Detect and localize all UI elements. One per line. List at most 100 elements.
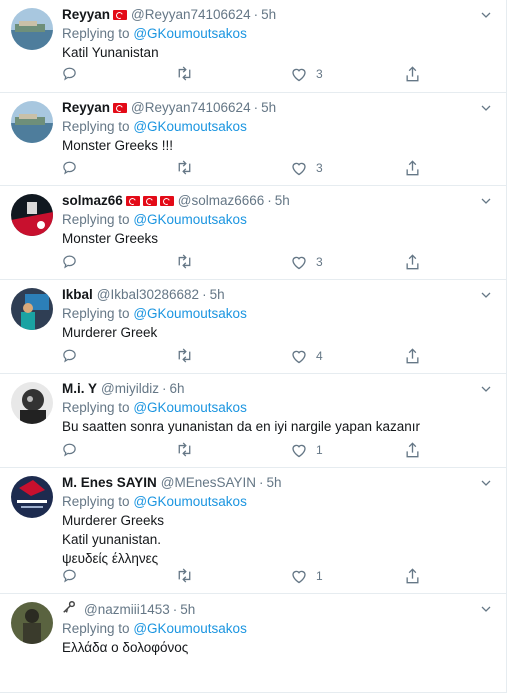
tweet-content: Ikbal @Ikbal30286682 · 5h Replying to @G… xyxy=(62,286,476,342)
replying-to-link[interactable]: @GKoumoutsakos xyxy=(133,26,247,41)
user-handle[interactable]: @Reyyan74106624 xyxy=(131,99,251,117)
reply-icon[interactable] xyxy=(62,160,77,175)
retweet-icon[interactable] xyxy=(176,568,193,583)
timestamp[interactable]: 6h xyxy=(169,380,184,398)
replying-to-link[interactable]: @GKoumoutsakos xyxy=(133,621,247,636)
tweet-reply[interactable]: @nazmiii1453 · 5h Replying to @GKoumouts… xyxy=(0,594,506,693)
user-handle[interactable]: @MEnesSAYIN xyxy=(161,474,256,492)
avatar[interactable] xyxy=(11,476,53,518)
user-handle[interactable]: @miyildiz xyxy=(101,380,159,398)
avatar[interactable] xyxy=(11,8,53,50)
avatar[interactable] xyxy=(11,194,53,236)
display-name[interactable]: Reyyan xyxy=(62,99,110,117)
replying-to: Replying to @GKoumoutsakos xyxy=(62,25,476,43)
tweet-text: Monster Greeks xyxy=(62,231,159,246)
chevron-down-icon[interactable] xyxy=(480,476,492,488)
user-handle[interactable]: @Ikbal30286682 xyxy=(97,286,199,304)
share-icon[interactable] xyxy=(405,160,420,176)
avatar[interactable] xyxy=(11,382,53,424)
timestamp[interactable]: 5h xyxy=(261,99,276,117)
chevron-down-icon[interactable] xyxy=(480,288,492,300)
retweet-icon[interactable] xyxy=(176,160,193,175)
tweet-content: M. Enes SAYIN @MEnesSAYIN · 5h Replying … xyxy=(62,474,476,568)
display-name[interactable]: Ikbal xyxy=(62,286,93,304)
tweet-text: Murderer Greeks xyxy=(62,513,165,528)
share-icon[interactable] xyxy=(405,568,420,584)
tweet-content: M.i. Y @miyildiz · 6h Replying to @GKoum… xyxy=(62,380,476,436)
avatar[interactable] xyxy=(11,602,53,644)
tweet-reply[interactable]: Reyyan @Reyyan74106624 · 5h Replying to … xyxy=(0,93,506,186)
like-button[interactable]: 3 xyxy=(291,160,323,176)
replying-to-link[interactable]: @GKoumoutsakos xyxy=(133,212,247,227)
tweet-reply[interactable]: M.i. Y @miyildiz · 6h Replying to @GKoum… xyxy=(0,374,506,468)
like-count: 1 xyxy=(316,443,323,457)
tweet-reply[interactable]: M. Enes SAYIN @MEnesSAYIN · 5h Replying … xyxy=(0,468,506,594)
retweet-icon[interactable] xyxy=(176,348,193,363)
reply-icon[interactable] xyxy=(62,348,77,363)
reply-icon[interactable] xyxy=(62,442,77,457)
separator-dot: · xyxy=(172,601,178,617)
replying-to-link[interactable]: @GKoumoutsakos xyxy=(133,306,247,321)
tweet-actions: 3 xyxy=(62,66,422,82)
display-name[interactable]: M.i. Y xyxy=(62,380,97,398)
reply-icon[interactable] xyxy=(62,66,77,81)
replying-to-link[interactable]: @GKoumoutsakos xyxy=(133,119,247,134)
separator-dot: · xyxy=(202,287,207,302)
tweet-reply[interactable]: Reyyan @Reyyan74106624 · 5h Replying to … xyxy=(0,0,506,93)
display-name[interactable]: solmaz66 xyxy=(62,192,123,210)
replying-to-link[interactable]: @GKoumoutsakos xyxy=(133,494,247,509)
share-icon[interactable] xyxy=(405,254,420,270)
separator-dot: · xyxy=(253,7,259,22)
chevron-down-icon[interactable] xyxy=(480,8,492,20)
tweet-text: Murderer Greek xyxy=(62,325,158,340)
user-handle[interactable]: @nazmiii1453 xyxy=(84,601,170,619)
chevron-down-icon[interactable] xyxy=(480,382,492,394)
timestamp[interactable]: 5h xyxy=(261,6,276,24)
replying-to-link[interactable]: @GKoumoutsakos xyxy=(133,400,247,415)
tweet-header: Ikbal @Ikbal30286682 · 5h xyxy=(62,286,476,304)
user-handle[interactable]: @Reyyan74106624 xyxy=(131,6,251,24)
like-count: 3 xyxy=(316,67,323,81)
replying-to-prefix: Replying to xyxy=(62,119,130,134)
timestamp[interactable]: 5h xyxy=(180,601,195,619)
replying-to-prefix: Replying to xyxy=(62,621,130,636)
chevron-down-icon[interactable] xyxy=(480,101,492,113)
retweet-icon[interactable] xyxy=(176,66,193,81)
tweet-text: ψευδείς έλληνες xyxy=(62,551,159,566)
reply-feed: Reyyan @Reyyan74106624 · 5h Replying to … xyxy=(0,0,507,693)
retweet-icon[interactable] xyxy=(176,254,193,269)
tweet-reply[interactable]: Ikbal @Ikbal30286682 · 5h Replying to @G… xyxy=(0,280,506,374)
replying-to: Replying to @GKoumoutsakos xyxy=(62,493,476,511)
tweet-header: Reyyan @Reyyan74106624 · 5h xyxy=(62,99,476,117)
tweet-reply[interactable]: solmaz66 @solmaz6666 · 5h Replying to @G… xyxy=(0,186,506,280)
reply-icon[interactable] xyxy=(62,568,77,583)
chevron-down-icon[interactable] xyxy=(480,194,492,206)
like-button[interactable]: 1 xyxy=(291,568,323,584)
tweet-content: Reyyan @Reyyan74106624 · 5h Replying to … xyxy=(62,6,476,62)
share-icon[interactable] xyxy=(405,442,420,458)
timestamp[interactable]: 5h xyxy=(210,286,225,304)
like-button[interactable]: 3 xyxy=(291,254,323,270)
reply-icon[interactable] xyxy=(62,254,77,269)
tweet-text: Bu saatten sonra yunanistan da en iyi na… xyxy=(62,419,420,434)
display-name[interactable]: Reyyan xyxy=(62,6,110,24)
like-count: 4 xyxy=(316,349,323,363)
turkey-flag-icon xyxy=(125,196,140,206)
timestamp[interactable]: 5h xyxy=(267,474,282,492)
chevron-down-icon[interactable] xyxy=(480,602,492,614)
turkey-flag-icon xyxy=(113,10,128,20)
share-icon[interactable] xyxy=(405,66,420,82)
user-handle[interactable]: @solmaz6666 xyxy=(178,192,265,210)
tweet-header: M. Enes SAYIN @MEnesSAYIN · 5h xyxy=(62,474,476,492)
like-button[interactable]: 3 xyxy=(291,66,323,82)
avatar[interactable] xyxy=(11,288,53,330)
retweet-icon[interactable] xyxy=(176,442,193,457)
timestamp[interactable]: 5h xyxy=(275,192,290,210)
key-emoji-icon xyxy=(62,600,76,619)
share-icon[interactable] xyxy=(405,348,420,364)
like-button[interactable]: 4 xyxy=(291,348,323,364)
like-button[interactable]: 1 xyxy=(291,442,323,458)
avatar[interactable] xyxy=(11,101,53,143)
display-name[interactable]: M. Enes SAYIN xyxy=(62,474,157,492)
separator-dot: · xyxy=(267,193,272,208)
